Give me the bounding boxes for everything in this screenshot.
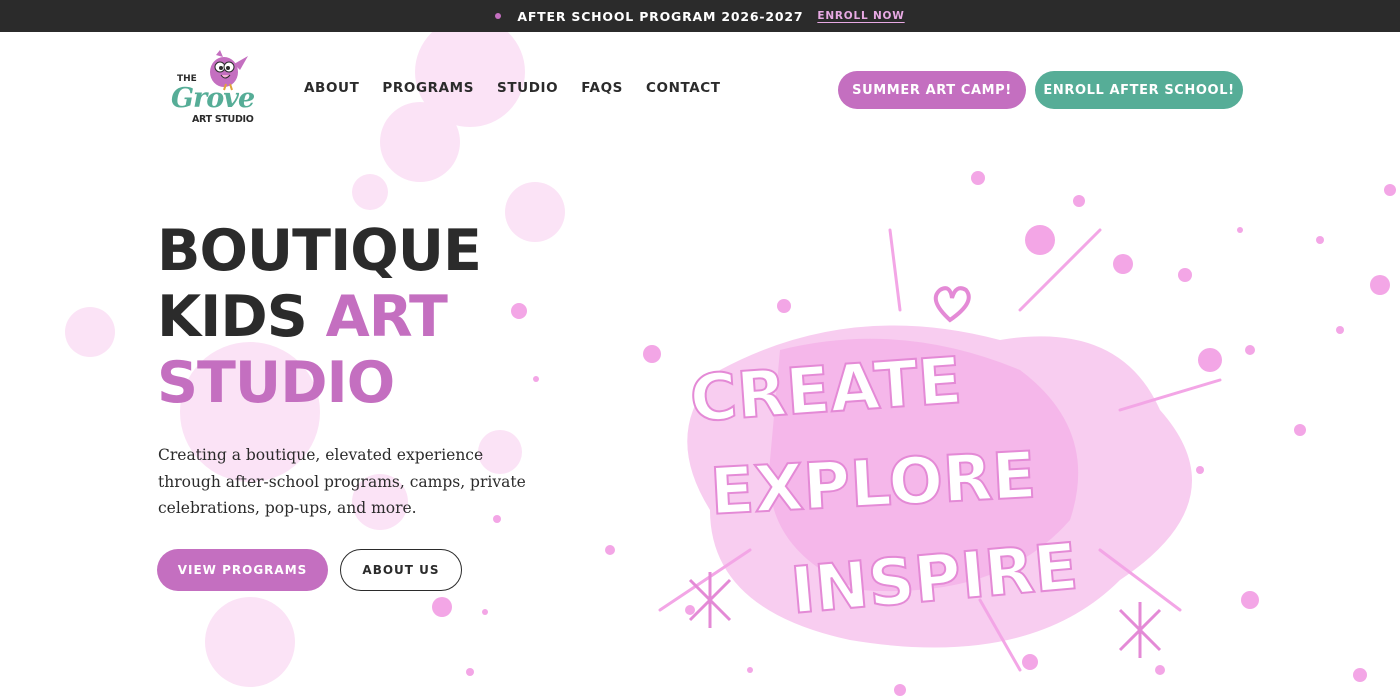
announcement-text: After School Program 2026-2027 bbox=[517, 8, 804, 24]
view-programs-button[interactable]: View Programs bbox=[157, 549, 328, 591]
announcement-bar: After School Program 2026-2027 Enroll No… bbox=[0, 0, 1400, 32]
nav-item-studio[interactable]: Studio bbox=[497, 80, 558, 96]
create-explore-inspire-artwork: CREATE EXPLORE INSPIRE bbox=[605, 171, 1396, 696]
nav-item-contact[interactable]: Contact bbox=[646, 80, 721, 96]
bullet-dot-icon bbox=[495, 13, 502, 19]
hero-title-art: ART bbox=[325, 284, 448, 350]
about-us-button[interactable]: About us bbox=[340, 549, 462, 591]
heart-doodle-icon bbox=[933, 286, 971, 323]
hero-title-kids: KIDS bbox=[157, 284, 308, 350]
nav-item-about[interactable]: About bbox=[304, 80, 359, 96]
main-nav: About Programs Studio FAQs Contact bbox=[304, 80, 721, 96]
hero-description: Creating a boutique, elevated experience… bbox=[158, 446, 526, 517]
site-logo[interactable]: THE Grove ART STUDIO bbox=[168, 50, 258, 130]
nav-item-faqs[interactable]: FAQs bbox=[581, 80, 623, 96]
enroll-after-school-button[interactable]: Enroll After School! bbox=[1035, 71, 1243, 109]
nav-item-programs[interactable]: Programs bbox=[382, 80, 474, 96]
hero-title-line-3: STUDIO bbox=[157, 350, 395, 416]
hero-title-line-1: BOUTIQUE bbox=[157, 218, 482, 284]
logo-text-grove: Grove bbox=[171, 83, 255, 114]
hero-title: BOUTIQUE KIDS ART STUDIO bbox=[157, 218, 482, 416]
summer-art-camp-button[interactable]: Summer Art Camp! bbox=[838, 71, 1026, 109]
hero-title-line-2: KIDS ART bbox=[157, 284, 481, 350]
logo-text-art-studio: ART STUDIO bbox=[192, 114, 254, 125]
enroll-now-link[interactable]: Enroll Now bbox=[817, 10, 904, 22]
